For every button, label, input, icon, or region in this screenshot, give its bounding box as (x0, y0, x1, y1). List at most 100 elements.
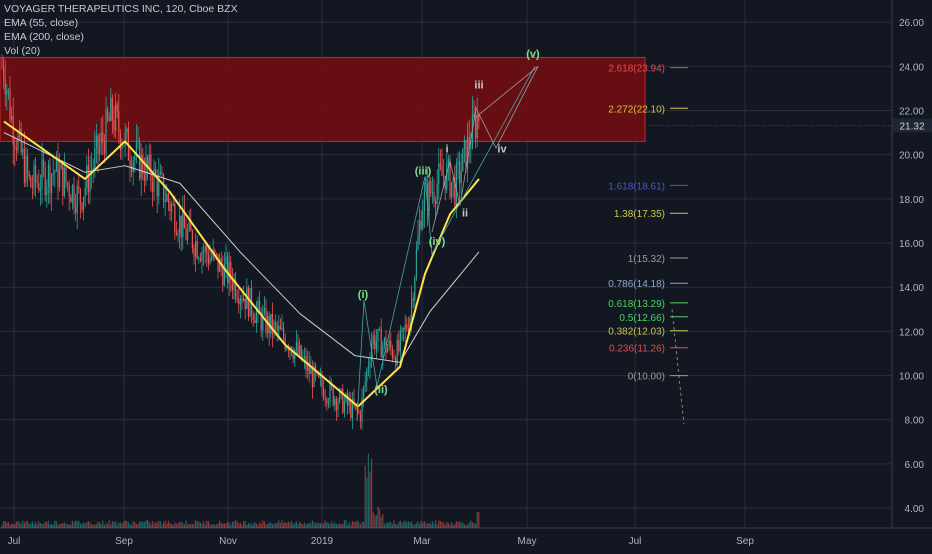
candle-body (76, 186, 78, 213)
volume-bar (39, 523, 41, 528)
fib-level-label: 0.236(11.26) (609, 344, 665, 355)
candle-body (23, 148, 25, 183)
volume-bar (57, 524, 59, 528)
volume-bar (390, 522, 392, 528)
volume-bar (209, 524, 211, 528)
candle-body (118, 111, 120, 133)
candle-body (217, 254, 219, 272)
volume-bar (254, 522, 256, 528)
wave-label: ii (462, 208, 468, 220)
candle-body (201, 251, 203, 261)
volume-bar (49, 524, 51, 528)
candle-body (39, 188, 41, 191)
candle-body (51, 174, 53, 193)
candle-body (283, 327, 285, 339)
volume-bar (227, 521, 229, 528)
candle-body (422, 211, 424, 229)
candle-body (41, 159, 43, 189)
volume-bar (289, 522, 291, 528)
volume-bar (271, 523, 273, 528)
volume-bar (91, 524, 93, 528)
volume-bar (143, 522, 145, 528)
volume-bar (422, 522, 424, 528)
candle-body (383, 338, 385, 346)
candle-body (4, 78, 6, 95)
volume-bar (9, 524, 11, 528)
volume-bar (81, 523, 83, 528)
volume-bar (217, 523, 219, 528)
candle-body (164, 201, 166, 203)
candle-body (172, 204, 174, 205)
candle-body (22, 148, 24, 153)
wave-label: iv (497, 143, 507, 155)
volume-bar (179, 521, 181, 528)
volume-bar (391, 524, 393, 528)
volume-bar (153, 523, 155, 528)
volume-bar (316, 522, 318, 528)
candle-body (43, 159, 45, 168)
candle-body (369, 362, 371, 367)
candle-body (14, 145, 16, 148)
wave-label: (iii) (415, 166, 432, 178)
volume-bar (393, 520, 395, 528)
volume-bar (119, 522, 121, 528)
volume-bar (191, 524, 193, 528)
volume-bar (246, 524, 248, 528)
volume-bar (220, 522, 222, 528)
volume-bar (134, 521, 136, 528)
candle-body (105, 109, 107, 154)
candle-body (276, 325, 278, 331)
candle-body (420, 220, 422, 229)
wave-label: iii (474, 79, 483, 91)
wave-label: (ii) (374, 384, 388, 396)
volume-bar (463, 524, 465, 528)
candle-body (126, 128, 128, 133)
candle-body (403, 328, 405, 330)
candle-body (75, 207, 77, 213)
candle-body (350, 400, 352, 419)
chart-svg[interactable]: 2.618(23.94) 2.272(22.10) 1.618(18.61) 1.38… (0, 0, 932, 550)
candle-body (401, 328, 403, 332)
y-tick-label: 26.00 (899, 18, 924, 29)
candle-body (81, 203, 83, 210)
candle-body (278, 326, 280, 331)
volume-bar (439, 521, 441, 528)
volume-bar (175, 523, 177, 528)
volume-bar (476, 512, 478, 528)
volume-bar (455, 521, 457, 528)
volume-bar (97, 521, 99, 528)
volume-bar (108, 520, 110, 528)
volume-bar (22, 520, 24, 528)
candle-body (193, 248, 195, 257)
candle-body (252, 314, 254, 321)
volume-bar (155, 521, 157, 528)
chart[interactable]: 2.618(23.94) 2.272(22.10) 1.618(18.61) 1.38… (0, 0, 932, 550)
candle-body (343, 401, 345, 413)
candle-body (414, 277, 416, 301)
volume-bar (230, 524, 232, 528)
candle-body (63, 167, 65, 196)
volume-bar (473, 523, 475, 528)
volume-bar (281, 520, 283, 528)
volume-bar (68, 524, 70, 528)
volume-bar (43, 524, 45, 528)
volume-bar (1, 524, 3, 528)
volume-bar (275, 522, 277, 528)
volume-bar (187, 524, 189, 528)
candle-body (199, 258, 201, 261)
volume-bar (295, 521, 297, 528)
y-tick-label: 6.00 (905, 460, 925, 471)
volume-bar (425, 523, 427, 528)
candle-body (227, 256, 229, 283)
candle-body (150, 154, 152, 182)
volume-bar (403, 521, 405, 528)
candle-body (95, 135, 97, 149)
volume-bar (36, 524, 38, 528)
x-tick-label: Jul (629, 536, 642, 547)
volume-bar (377, 506, 379, 528)
x-tick-label: Sep (736, 536, 754, 547)
candle-body (103, 141, 105, 154)
volume-bar (113, 521, 115, 528)
volume-bar (17, 520, 19, 528)
volume-bar (71, 520, 73, 528)
